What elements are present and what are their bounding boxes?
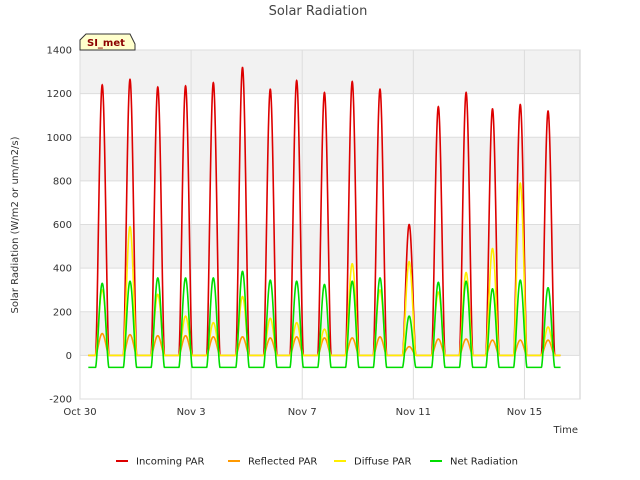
y-tick-label: 1200 [47,89,72,100]
site-label: SI_met [87,38,125,49]
site-label-box: SI_met [79,33,136,51]
x-axis-label: Time [553,425,578,436]
x-tick-labels: Oct 30 Nov 3 Nov 7 Nov 11 Nov 15 [63,407,542,418]
y-tick-label: 400 [53,264,72,275]
legend-entry: Net Radiation [450,457,518,468]
y-tick-label: 0 [66,351,72,362]
legend-entry: Reflected PAR [248,457,317,468]
x-tick-label: Nov 11 [396,407,431,418]
y-tick-labels: -200 0 200 400 600 800 1000 1200 1400 [47,46,72,406]
legend-entry: Incoming PAR [136,457,205,468]
band-7 [80,50,580,94]
y-tick-label: 1000 [47,133,72,144]
band-6 [80,93,580,138]
y-tick-label: 1400 [47,46,72,57]
legend: Incoming PAR Reflected PAR Diffuse PAR Net … [116,457,518,468]
y-tick-label: 600 [53,220,72,231]
y-tick-label: 200 [53,307,72,318]
x-tick-label: Nov 3 [177,407,206,418]
x-tick-label: Oct 30 [63,407,96,418]
solar-radiation-chart: -200 0 200 400 600 800 1000 1200 1400 Oct 30 Nov … [10,4,581,468]
y-tick-label: 800 [53,176,72,187]
y-tick-label: -200 [49,395,72,406]
band-3 [80,224,580,269]
x-tick-label: Nov 15 [507,407,542,418]
x-tick-label: Nov 7 [288,407,317,418]
y-axis-label: Solar Radiation (W/m2 or um/m2/s) [10,136,21,313]
chart-title: Solar Radiation [269,4,368,19]
legend-entry: Diffuse PAR [354,457,411,468]
